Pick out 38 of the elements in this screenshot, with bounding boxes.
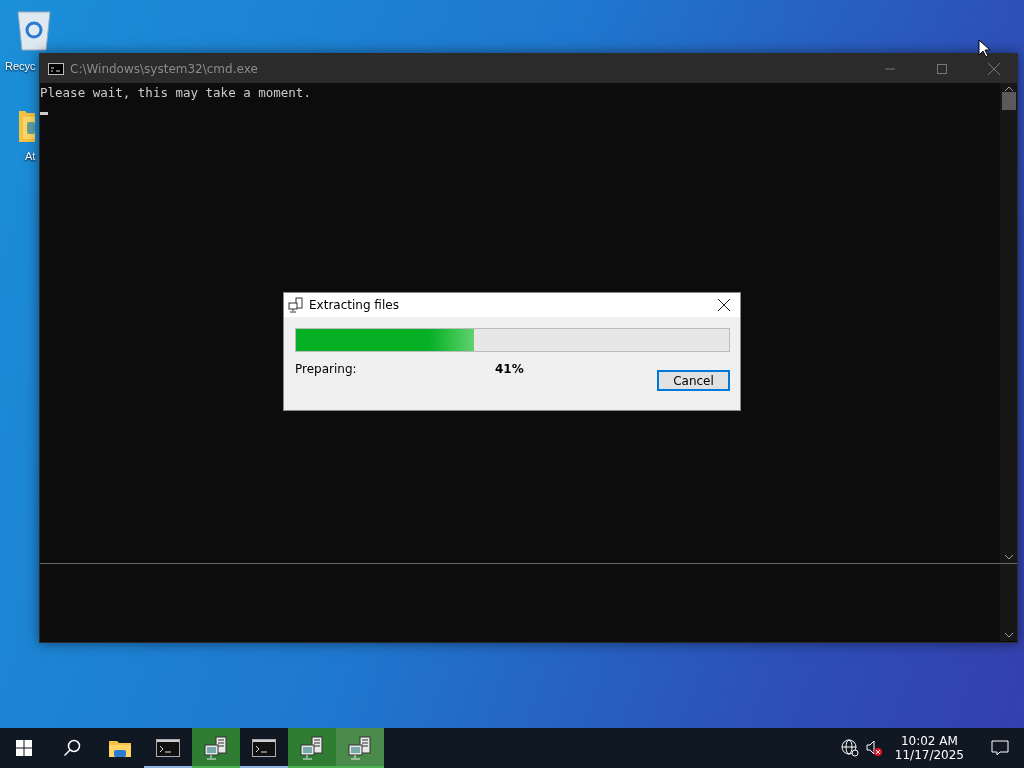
taskbar-app[interactable] xyxy=(336,728,384,768)
scrollbar[interactable] xyxy=(1000,564,1017,641)
text-cursor xyxy=(40,112,48,115)
terminal-icon xyxy=(252,739,276,757)
date-text: 11/17/2025 xyxy=(894,748,964,762)
speaker-icon[interactable] xyxy=(864,739,883,757)
windows-logo-icon xyxy=(16,740,32,756)
folder-icon[interactable] xyxy=(19,108,35,142)
dialog-title: Extracting files xyxy=(309,298,400,312)
console-icon xyxy=(48,62,64,75)
close-icon[interactable] xyxy=(718,299,730,311)
network-computers-icon xyxy=(347,736,373,760)
scroll-down-icon[interactable] xyxy=(1003,632,1014,638)
taskbar-app[interactable] xyxy=(288,728,336,768)
globe-icon[interactable] xyxy=(840,739,859,757)
folder-icon xyxy=(108,738,132,758)
scroll-thumb[interactable] xyxy=(1001,92,1016,110)
shortcut-label[interactable]: Recyc xyxy=(5,60,36,72)
console-output: Please wait, this may take a moment. xyxy=(40,85,312,100)
scroll-down-icon[interactable] xyxy=(1003,554,1014,560)
network-computers-icon xyxy=(288,297,304,313)
recycle-bin-icon[interactable] xyxy=(14,8,54,52)
network-computers-icon xyxy=(203,736,229,760)
shortcut-label[interactable]: At xyxy=(25,150,36,162)
speech-bubble-icon xyxy=(991,739,1009,757)
time-text: 10:02 AM xyxy=(900,734,958,748)
maximize-icon[interactable] xyxy=(937,63,947,74)
window-title: C:\Windows\system32\cmd.exe xyxy=(70,61,259,76)
scrollbar[interactable] xyxy=(1000,83,1017,563)
scroll-up-icon[interactable] xyxy=(1003,86,1014,92)
progress-percent: 41% xyxy=(495,362,525,376)
status-label: Preparing: xyxy=(295,362,358,376)
search-icon xyxy=(63,739,81,757)
terminal-icon xyxy=(156,739,180,757)
cancel-button[interactable]: Cancel xyxy=(657,370,730,391)
network-computers-icon xyxy=(299,736,325,760)
taskbar-app[interactable] xyxy=(192,728,240,768)
clock[interactable]: 10:02 AM 11/17/2025 xyxy=(888,734,970,762)
